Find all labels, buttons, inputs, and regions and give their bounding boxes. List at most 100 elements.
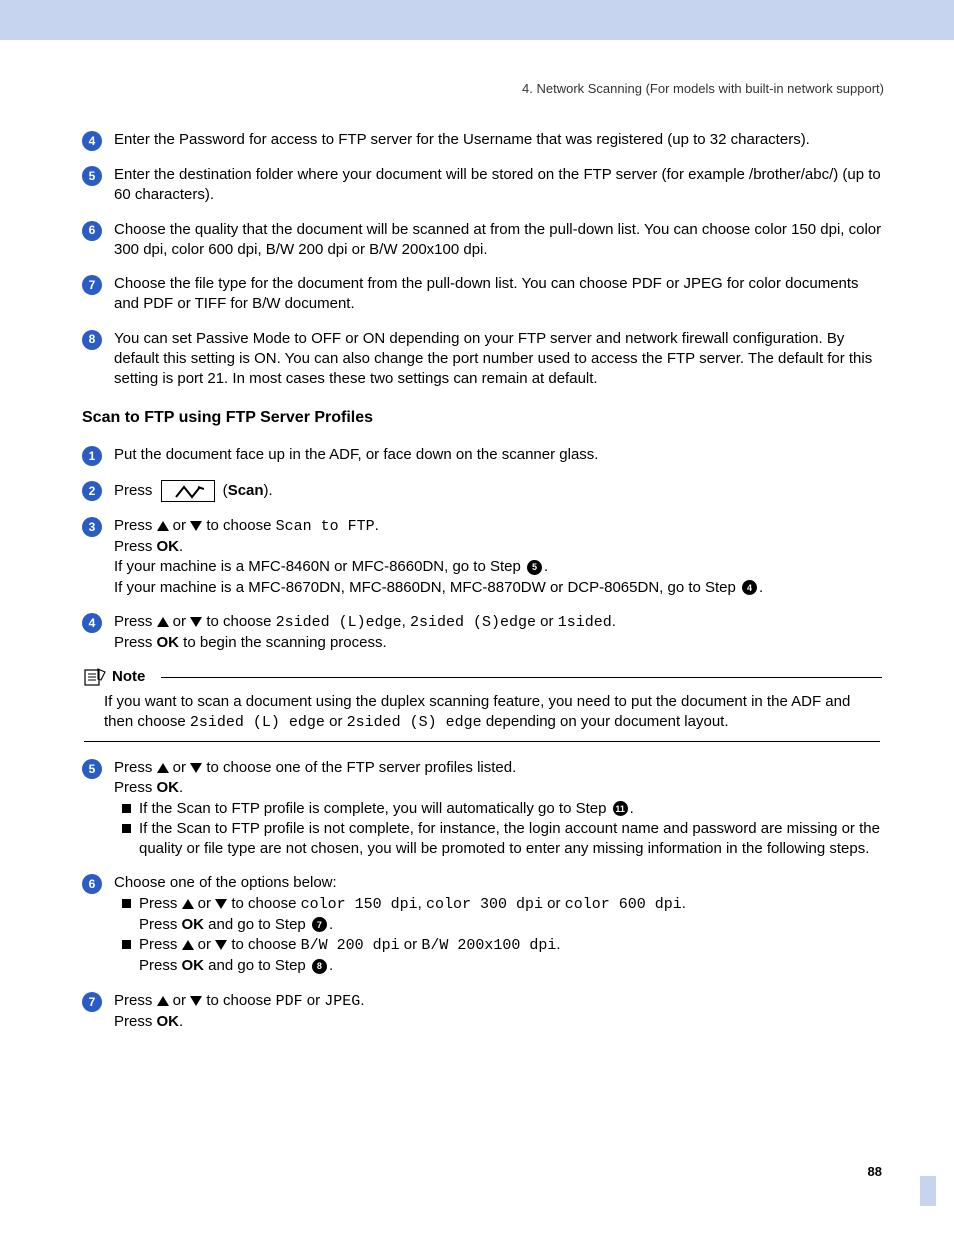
proc-step-4-text: Press or to choose 2sided (L)edge, 2side…: [114, 612, 882, 654]
txt: or: [194, 895, 216, 912]
badge-1-icon: 1: [82, 446, 102, 466]
page-header: 4. Network Scanning (For models with bui…: [80, 80, 884, 98]
intro-step-6: 6 Choose the quality that the document w…: [82, 220, 882, 261]
code: color 600 dpi: [565, 896, 682, 913]
txt: Press: [139, 895, 182, 912]
code: Scan to FTP: [276, 518, 375, 535]
intro-step-7: 7 Choose the file type for the document …: [82, 274, 882, 315]
txt: or: [325, 713, 347, 730]
note-body: If you want to scan a document using the…: [104, 692, 880, 734]
badge-6b-icon: 6: [82, 874, 102, 894]
bullet-text: Press or to choose B/W 200 dpi or B/W 20…: [139, 935, 561, 977]
bullet-item: If the Scan to FTP profile is complete, …: [122, 799, 882, 819]
txt: Press: [114, 634, 157, 651]
intro-step-6-text: Choose the quality that the document wil…: [114, 220, 882, 261]
badge-6-icon: 6: [82, 221, 102, 241]
note-block: Note If you want to scan a document usin…: [82, 667, 882, 742]
bullet-item: Press or to choose color 150 dpi, color …: [122, 894, 882, 936]
badge-8-icon: 8: [82, 330, 102, 350]
badge-5b-icon: 5: [82, 759, 102, 779]
txt: Choose one of the options below:: [114, 874, 337, 891]
note-head: Note: [84, 667, 882, 687]
intro-step-4: 4 Enter the Password for access to FTP s…: [82, 130, 882, 151]
txt: or: [194, 936, 216, 953]
txt: Press: [139, 936, 182, 953]
bullet-icon: [122, 804, 131, 813]
ok-label: OK: [157, 1013, 180, 1030]
bullet-text: Press or to choose color 150 dpi, color …: [139, 894, 686, 936]
top-bar: [0, 0, 954, 40]
proc-step-4: 4 Press or to choose 2sided (L)edge, 2si…: [82, 612, 882, 654]
txt: Press: [114, 1013, 157, 1030]
proc-step-1-text: Put the document face up in the ADF, or …: [114, 445, 882, 465]
proc-step-3-text: Press or to choose Scan to FTP. Press OK…: [114, 516, 882, 598]
txt: ,: [402, 613, 410, 630]
ok-label: OK: [182, 916, 205, 933]
txt: or: [169, 517, 191, 534]
code: PDF: [276, 993, 303, 1010]
txt: to choose: [202, 992, 275, 1009]
txt: If your machine is a MFC-8670DN, MFC-886…: [114, 579, 740, 596]
txt: Press: [114, 538, 157, 555]
note-rule: [161, 677, 882, 678]
txt: .: [360, 992, 364, 1009]
down-arrow-icon: [190, 996, 202, 1006]
scan-key-icon: [161, 480, 215, 502]
code: B/W 200 dpi: [301, 937, 400, 954]
up-arrow-icon: [157, 763, 169, 773]
proc-step-2: 2 Press (Scan).: [82, 480, 882, 502]
down-arrow-icon: [190, 763, 202, 773]
note-rule-bottom: [84, 741, 880, 742]
side-stripe: [920, 1176, 936, 1206]
section-heading: Scan to FTP using FTP Server Profiles: [82, 407, 882, 429]
proc-step-5-text: Press or to choose one of the FTP server…: [114, 758, 882, 859]
proc-step-7-text: Press or to choose PDF or JPEG. Press OK…: [114, 991, 882, 1033]
txt: to choose one of the FTP server profiles…: [202, 759, 516, 776]
proc-step-2-text: Press (Scan).: [114, 480, 882, 502]
txt: .: [682, 895, 686, 912]
txt: or: [169, 992, 191, 1009]
code: B/W 200x100 dpi: [421, 937, 556, 954]
ok-label: OK: [182, 957, 205, 974]
ok-label: OK: [157, 779, 180, 796]
proc-step-6-text: Choose one of the options below: Press o…: [114, 873, 882, 976]
down-arrow-icon: [215, 940, 227, 950]
proc-step-5: 5 Press or to choose one of the FTP serv…: [82, 758, 882, 859]
txt: .: [612, 613, 616, 630]
bullet-item: If the Scan to FTP profile is not comple…: [122, 819, 882, 860]
intro-step-8-text: You can set Passive Mode to OFF or ON de…: [114, 329, 882, 390]
code: color 150 dpi: [301, 896, 418, 913]
scan-label: Scan: [228, 482, 264, 499]
badge-3-icon: 3: [82, 517, 102, 537]
proc-step-3: 3 Press or to choose Scan to FTP. Press …: [82, 516, 882, 598]
proc-step-1: 1 Put the document face up in the ADF, o…: [82, 445, 882, 466]
txt: to begin the scanning process.: [179, 634, 387, 651]
intro-step-5: 5 Enter the destination folder where you…: [82, 165, 882, 206]
txt: Press: [114, 613, 157, 630]
txt: ,: [418, 895, 426, 912]
txt: Press: [114, 517, 157, 534]
ref-4-icon: 4: [742, 580, 757, 595]
proc-step-7: 7 Press or to choose PDF or JPEG. Press …: [82, 991, 882, 1033]
badge-4b-icon: 4: [82, 613, 102, 633]
up-arrow-icon: [157, 996, 169, 1006]
down-arrow-icon: [190, 521, 202, 531]
txt: Press: [139, 957, 182, 974]
txt: .: [375, 517, 379, 534]
txt: depending on your document layout.: [482, 713, 729, 730]
bullet-item: Press or to choose B/W 200 dpi or B/W 20…: [122, 935, 882, 977]
txt: or: [169, 759, 191, 776]
txt: and go to Step: [204, 916, 310, 933]
ok-label: OK: [157, 538, 180, 555]
code: 1sided: [558, 614, 612, 631]
intro-step-4-text: Enter the Password for access to FTP ser…: [114, 130, 882, 150]
badge-7-icon: 7: [82, 275, 102, 295]
txt: and go to Step: [204, 957, 310, 974]
txt: or: [400, 936, 422, 953]
txt: or: [536, 613, 558, 630]
bullet-text: If the Scan to FTP profile is not comple…: [139, 819, 882, 860]
note-icon: [84, 668, 106, 686]
txt: Press: [114, 779, 157, 796]
bullet-icon: [122, 824, 131, 833]
ref-5-icon: 5: [527, 560, 542, 575]
